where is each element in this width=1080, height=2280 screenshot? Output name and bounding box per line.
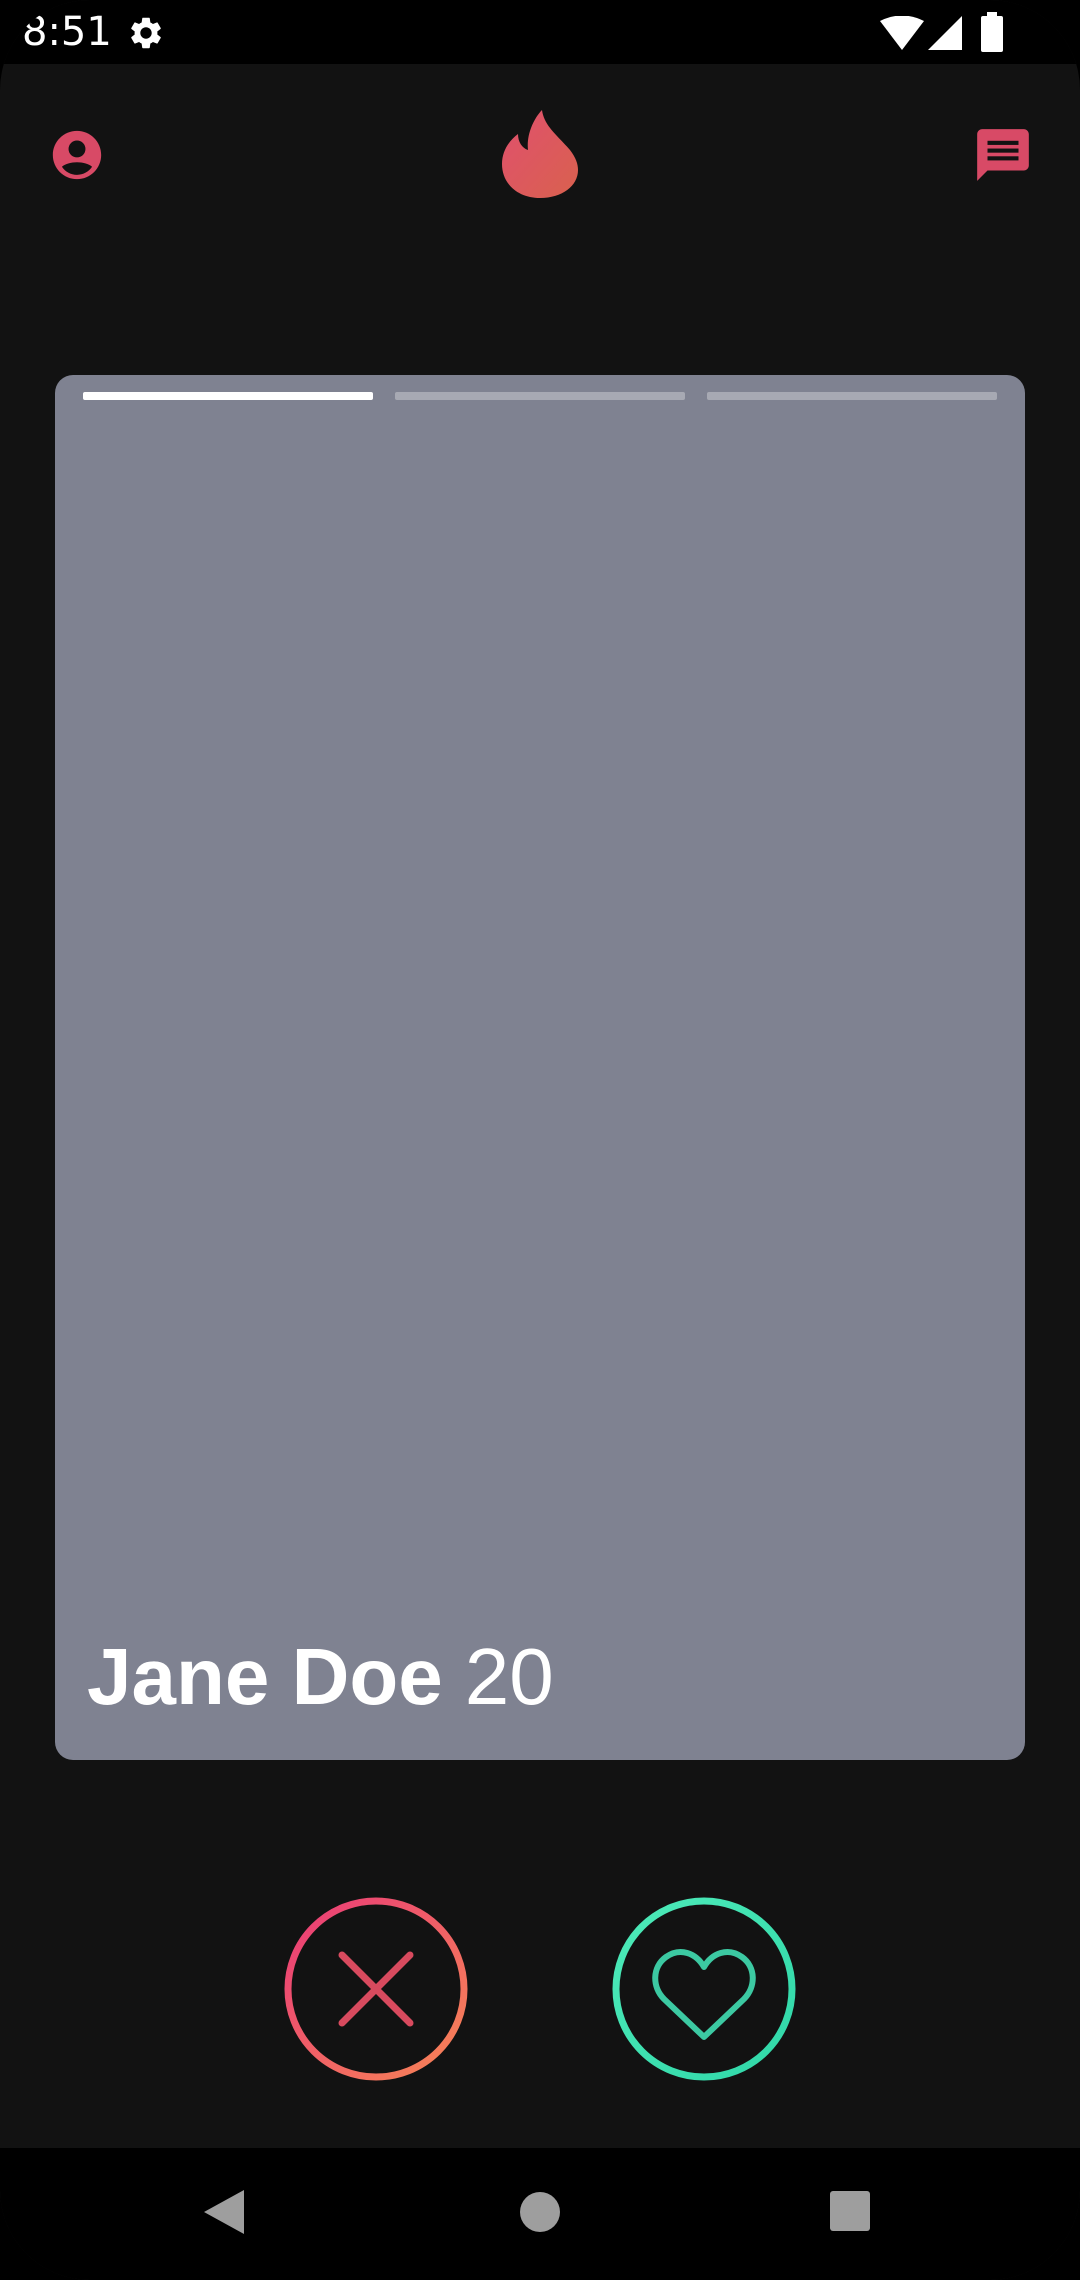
- photo-progress-segment-2: [395, 392, 685, 400]
- profile-caption: Jane Doe 20: [87, 1632, 554, 1722]
- settings-gear-icon: [131, 17, 161, 49]
- close-x-icon: [338, 1951, 414, 2027]
- back-icon[interactable]: [202, 2188, 246, 2236]
- system-navigation-bar: [0, 2148, 1080, 2280]
- recents-icon[interactable]: [829, 2190, 871, 2232]
- wifi-icon: [880, 16, 924, 50]
- battery-icon: [981, 12, 1003, 52]
- like-button[interactable]: [610, 1895, 798, 2083]
- top-app-bar: [0, 64, 1080, 244]
- heart-icon: [652, 1949, 756, 2040]
- profile-card[interactable]: Jane Doe 20: [55, 375, 1025, 1760]
- app-screen: 8:51 Jane Doe 20: [0, 0, 1080, 2280]
- profile-name: Jane Doe: [87, 1632, 443, 1721]
- cellular-signal-icon: [928, 16, 962, 50]
- flame-logo-icon[interactable]: [500, 108, 580, 200]
- photo-progress-segment-3: [707, 392, 997, 400]
- photo-progress-segment-1: [83, 392, 373, 400]
- home-icon[interactable]: [518, 2190, 562, 2234]
- profile-icon[interactable]: [48, 126, 106, 184]
- messages-icon[interactable]: [972, 124, 1034, 186]
- profile-age: 20: [464, 1632, 554, 1721]
- photo-progress-indicator: [83, 392, 997, 400]
- dislike-button[interactable]: [282, 1895, 470, 2083]
- status-time: 8:51: [22, 9, 112, 55]
- status-bar: 8:51: [0, 0, 1080, 64]
